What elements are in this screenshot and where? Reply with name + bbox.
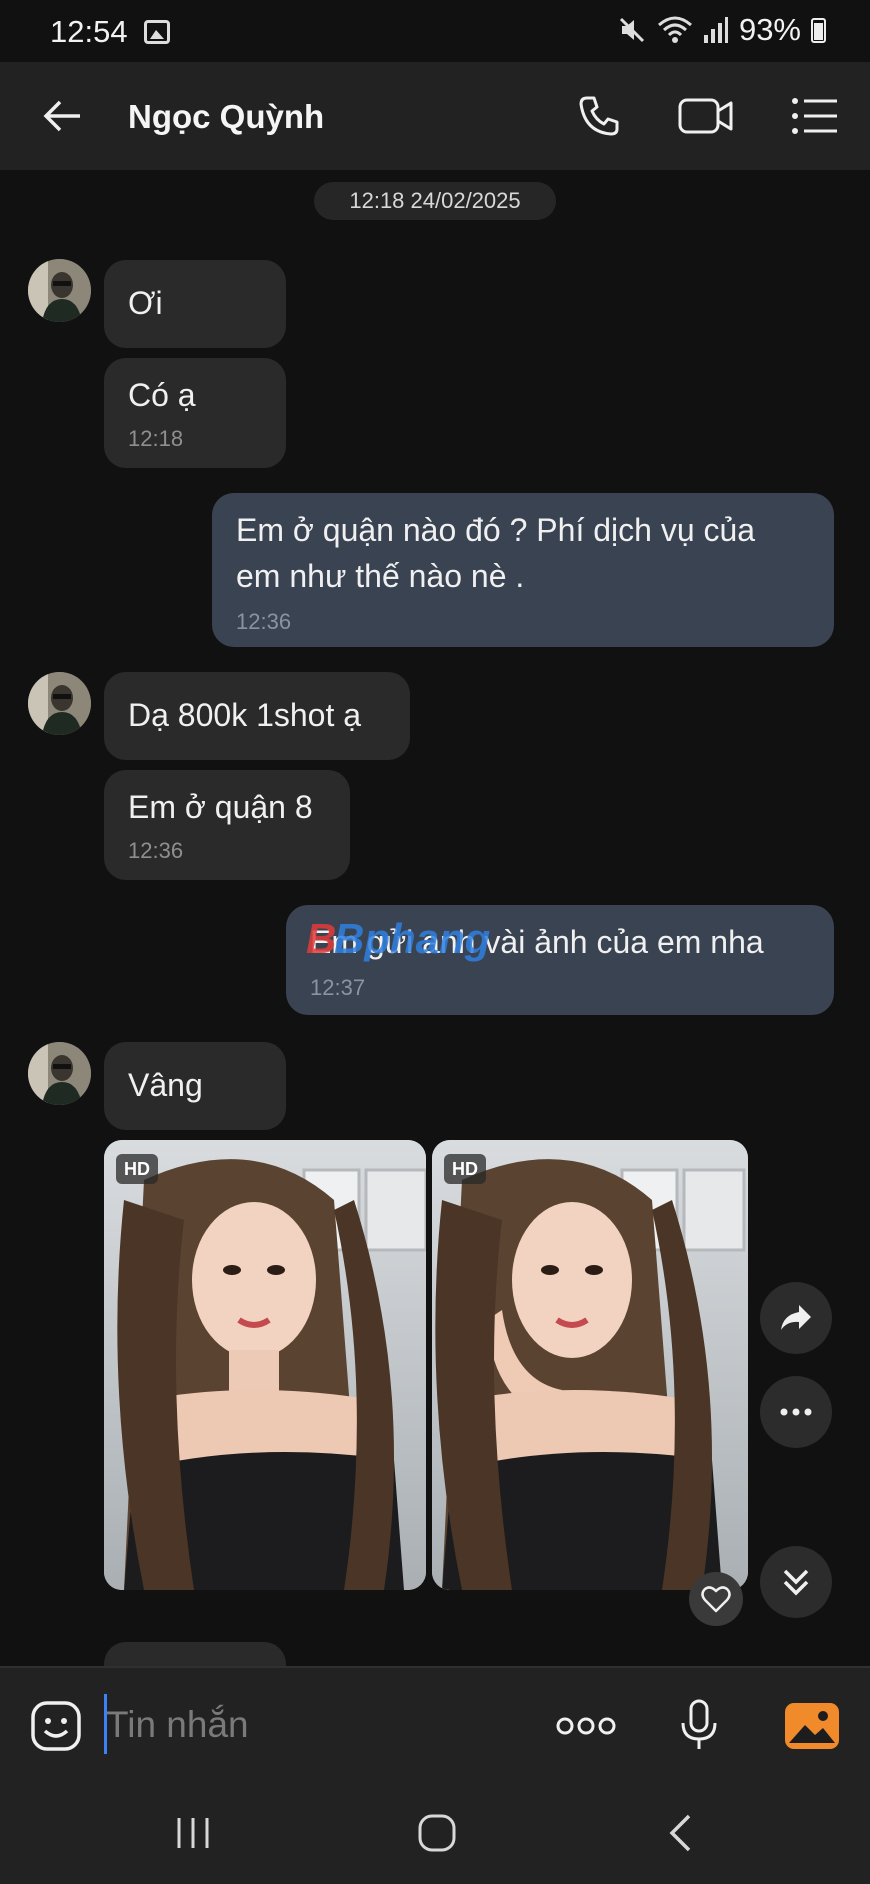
system-navigation-bar [0, 1782, 870, 1884]
forward-icon[interactable] [760, 1282, 832, 1354]
home-icon[interactable] [407, 1810, 467, 1856]
message-bubble-incoming[interactable]: Em ở quận 8 12:36 [104, 770, 350, 880]
phone-icon[interactable] [569, 86, 629, 146]
wifi-icon [657, 16, 692, 43]
contact-avatar[interactable] [28, 1042, 91, 1105]
back-arrow-icon[interactable] [32, 86, 92, 146]
battery-percent: 93% [738, 12, 801, 47]
watermark-text: Bphang [334, 915, 490, 962]
video-call-icon[interactable] [676, 86, 736, 146]
message-text-line-1: Em ở quận nào đó ? Phí dịch vụ của [236, 512, 756, 548]
heart-icon[interactable] [689, 1572, 743, 1626]
message-bubble-incoming[interactable]: Ơi [104, 260, 286, 348]
photo-attachment-1[interactable]: HD [104, 1140, 426, 1590]
message-list[interactable]: 12:18 24/02/2025 Ơi Có ạ 12:18 Em ở quận… [0, 170, 870, 1666]
contact-name[interactable]: Ngọc Quỳnh [128, 98, 324, 136]
battery-icon [811, 17, 826, 43]
message-text-line-2: em như thế nào nè . [236, 558, 525, 594]
hd-badge: HD [444, 1154, 486, 1184]
message-bubble-outgoing[interactable]: Em ở quận nào đó ? Phí dịch vụ của em nh… [212, 493, 834, 647]
message-bubble-incoming[interactable]: Dạ 800k 1shot ạ [104, 672, 410, 760]
status-time: 12:54 [50, 14, 128, 49]
message-text: Dạ 800k 1shot ạ [128, 697, 362, 733]
signal-icon [703, 17, 728, 43]
contact-avatar[interactable] [28, 672, 91, 735]
status-icons: 93% [617, 12, 826, 48]
message-composer: Tin nhắn [0, 1666, 870, 1782]
message-time: 12:36 [236, 609, 292, 634]
message-bubble-outgoing[interactable]: Em gửi anh vài ảnh của em nha 12:37 B Bp… [286, 905, 834, 1015]
gallery-notification-icon [144, 20, 170, 44]
watermark-logo: B Bphang [306, 915, 490, 962]
recents-icon[interactable] [163, 1810, 223, 1856]
scroll-down-icon[interactable] [760, 1546, 832, 1618]
contact-avatar[interactable] [28, 259, 91, 322]
message-text: Vâng [128, 1067, 203, 1103]
more-options-icon[interactable] [556, 1696, 616, 1756]
gallery-icon[interactable] [782, 1696, 842, 1756]
message-time: 12:18 [128, 426, 184, 451]
message-text: Em ở quận 8 [128, 789, 313, 825]
message-time: 12:36 [128, 838, 184, 863]
hd-badge: HD [116, 1154, 158, 1184]
status-bar: 12:54 93% [0, 0, 870, 62]
back-icon[interactable] [650, 1810, 710, 1856]
menu-list-icon[interactable] [785, 86, 845, 146]
mute-icon [619, 17, 645, 43]
microphone-icon[interactable] [669, 1696, 729, 1756]
svg-text:B: B [306, 915, 336, 962]
message-input[interactable]: Tin nhắn [106, 1704, 249, 1746]
chat-header: Ngọc Quỳnh [0, 62, 870, 170]
message-text: Ơi [128, 285, 163, 321]
more-icon[interactable] [760, 1376, 832, 1448]
message-bubble-incoming-partial[interactable] [104, 1642, 286, 1666]
message-text: Có ạ [128, 377, 196, 413]
message-bubble-incoming[interactable]: Vâng [104, 1042, 286, 1130]
photo-attachment-2[interactable]: HD [432, 1140, 748, 1590]
message-time: 12:37 [310, 975, 366, 1000]
sticker-icon[interactable] [26, 1696, 86, 1756]
message-bubble-incoming[interactable]: Có ạ 12:18 [104, 358, 286, 468]
date-separator: 12:18 24/02/2025 [314, 182, 556, 220]
